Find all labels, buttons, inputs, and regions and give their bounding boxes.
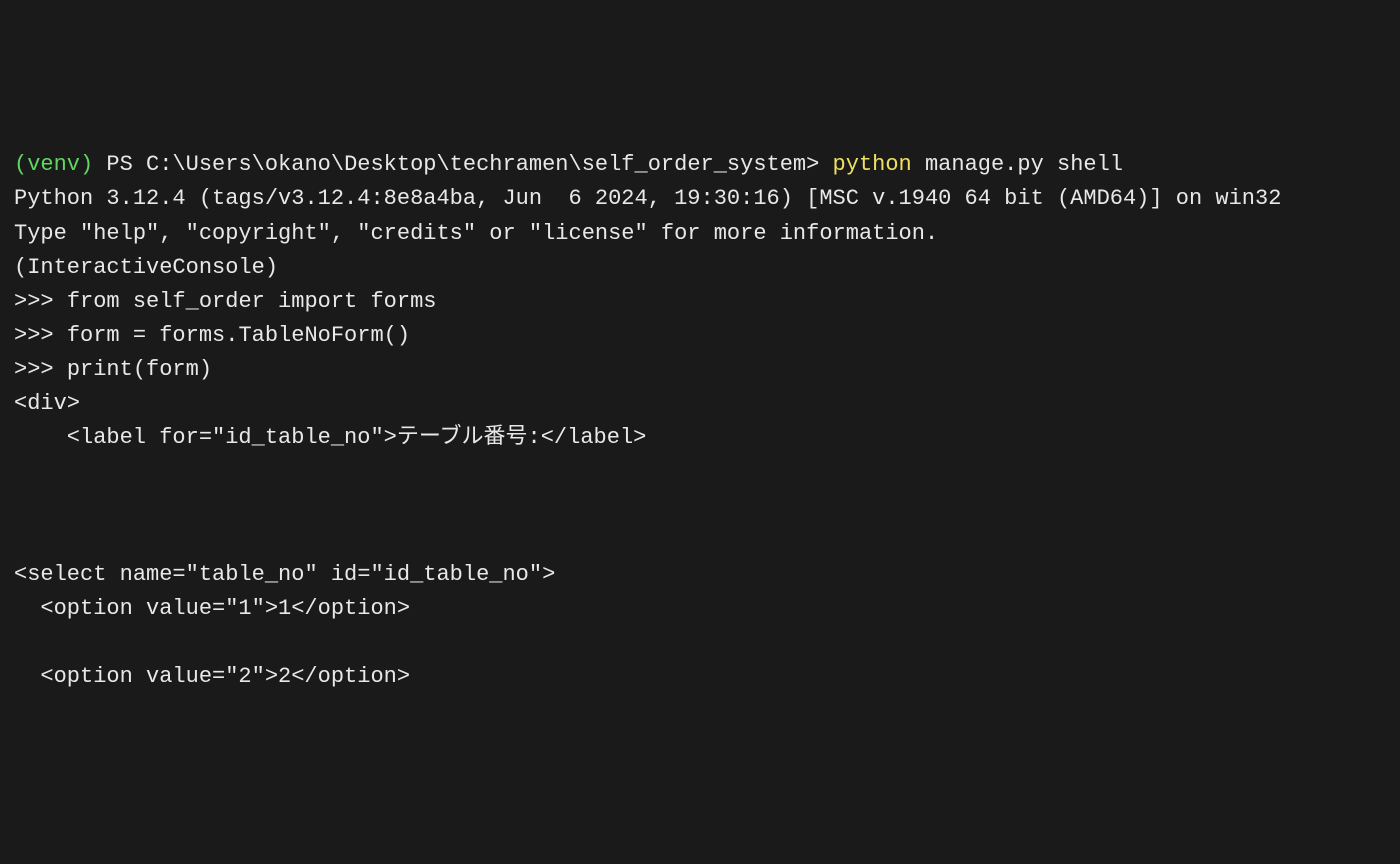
output-option-1: <option value="1">1</option>: [14, 592, 1386, 626]
output-option-2-text: <option value="2">2</option>: [40, 664, 410, 689]
command-python: python: [833, 152, 912, 177]
output-div-open: <div>: [14, 387, 1386, 421]
output-label-text: <label for="id_table_no">テーブル番号:</label>: [67, 425, 647, 450]
repl-line-1: >>> from self_order import forms: [14, 285, 1386, 319]
repl-code: from self_order import forms: [67, 289, 437, 314]
blank-line: [14, 626, 1386, 660]
output-option-1-text: <option value="1">1</option>: [40, 596, 410, 621]
prompt-chevron: >: [806, 152, 832, 177]
terminal-output[interactable]: (venv) PS C:\Users\okano\Desktop\techram…: [14, 148, 1386, 694]
shell-name: PS: [93, 152, 146, 177]
repl-line-2: >>> form = forms.TableNoForm(): [14, 319, 1386, 353]
repl-prompt: >>>: [14, 357, 67, 382]
command-args: manage.py shell: [912, 152, 1123, 177]
repl-line-3: >>> print(form): [14, 353, 1386, 387]
blank-line: [14, 523, 1386, 557]
cwd-path: C:\Users\okano\Desktop\techramen\self_or…: [146, 152, 806, 177]
repl-prompt: >>>: [14, 289, 67, 314]
output-select-open: <select name="table_no" id="id_table_no"…: [14, 558, 1386, 592]
venv-indicator: (venv): [14, 152, 93, 177]
output-label: <label for="id_table_no">テーブル番号:</label>: [14, 421, 1386, 455]
shell-prompt-line: (venv) PS C:\Users\okano\Desktop\techram…: [14, 148, 1386, 182]
repl-code: print(form): [67, 357, 212, 382]
repl-prompt: >>>: [14, 323, 67, 348]
blank-line: [14, 455, 1386, 489]
python-help-line: Type "help", "copyright", "credits" or "…: [14, 217, 1386, 251]
interactive-console-line: (InteractiveConsole): [14, 251, 1386, 285]
output-option-2: <option value="2">2</option>: [14, 660, 1386, 694]
blank-line: [14, 489, 1386, 523]
python-version-line: Python 3.12.4 (tags/v3.12.4:8e8a4ba, Jun…: [14, 182, 1386, 216]
repl-code: form = forms.TableNoForm(): [67, 323, 410, 348]
